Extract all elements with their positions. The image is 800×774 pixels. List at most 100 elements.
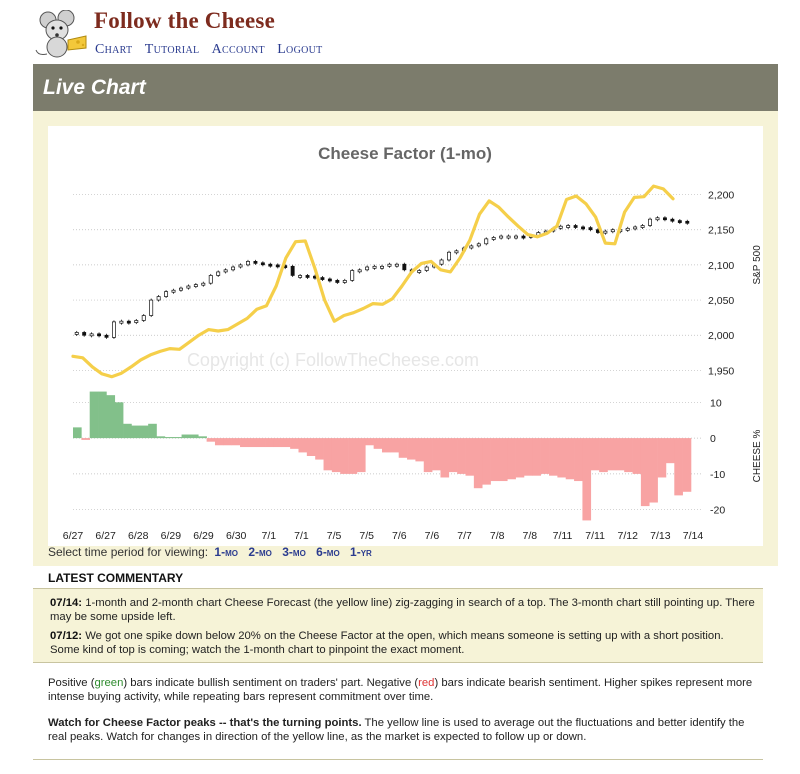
- x-tick-label: 6/29: [161, 530, 182, 542]
- bear-bar: [624, 438, 633, 473]
- x-tick-label: 7/14: [683, 530, 704, 542]
- bear-bar: [657, 438, 667, 478]
- chart-panel: Copyright (c) FollowTheCheese.com Cheese…: [33, 111, 778, 566]
- candle-body: [350, 270, 355, 281]
- candle-body: [186, 285, 191, 289]
- candle-body: [469, 245, 474, 249]
- legend-text: Positive (: [48, 677, 95, 689]
- bear-bar: [373, 438, 383, 449]
- bear-bar: [632, 438, 642, 474]
- candle-body: [275, 264, 280, 268]
- candle-body: [290, 265, 295, 276]
- period-6mo-link[interactable]: 6-mo: [316, 545, 340, 559]
- candle-body: [223, 269, 228, 273]
- candle-body: [588, 227, 593, 231]
- site-title[interactable]: Follow the Cheese: [94, 8, 275, 34]
- bear-bar: [582, 438, 592, 521]
- candle-body: [447, 251, 451, 261]
- bear-bar: [390, 438, 400, 453]
- commentary-date: 07/12:: [50, 630, 83, 642]
- bear-bar: [590, 438, 600, 471]
- commentary-entry: 07/14: 1-month and 2-month chart Cheese …: [50, 596, 755, 624]
- section-title: Live Chart: [43, 76, 146, 99]
- bear-bar: [423, 438, 433, 473]
- bull-bar: [131, 425, 141, 439]
- candle-body: [193, 284, 198, 287]
- x-tick-label: 7/6: [425, 530, 440, 542]
- bull-bar: [173, 437, 182, 439]
- bear-bar: [365, 438, 374, 446]
- nav-tutorial-link[interactable]: Tutorial: [145, 42, 200, 57]
- cheese-factor-chart: Copyright (c) FollowTheCheese.com Cheese…: [63, 144, 763, 542]
- site-header: Follow the Cheese Chart Tutorial Account…: [0, 0, 800, 64]
- candle-body: [238, 264, 243, 268]
- bull-bar: [123, 423, 132, 439]
- candle-body: [558, 225, 563, 229]
- legend-text: ) bars indicate bullish sentiment on tra…: [123, 677, 419, 689]
- x-tick-label: 7/5: [359, 530, 374, 542]
- bear-bar: [523, 438, 533, 476]
- bear-bar: [557, 438, 567, 478]
- x-tick-label: 7/6: [392, 530, 407, 542]
- commentary-text: We got one spike down below 20% on the C…: [50, 630, 724, 656]
- price-tick-label: 2,050: [708, 295, 734, 307]
- candle-body: [424, 266, 429, 271]
- bear-bar: [398, 438, 408, 458]
- bear-bar: [248, 438, 258, 448]
- period-3mo-link[interactable]: 3-mo: [282, 545, 306, 559]
- candle-body: [268, 263, 273, 267]
- price-tick-label: 2,000: [708, 330, 734, 342]
- nav-logout-link[interactable]: Logout: [277, 42, 322, 57]
- commentary-heading: LATEST COMMENTARY: [48, 571, 184, 585]
- candle-body: [394, 263, 399, 267]
- nav-chart-link[interactable]: Chart: [95, 42, 132, 57]
- bear-bar: [298, 438, 308, 453]
- candle-body: [320, 277, 325, 280]
- candle-body: [112, 321, 116, 338]
- copyright-watermark: Copyright (c) FollowTheCheese.com: [187, 350, 479, 370]
- price-axis-label: S&P 500: [752, 245, 763, 285]
- commentary-text: 1-month and 2-month chart Cheese Forecas…: [50, 597, 755, 623]
- cheese-factor-line-group: [71, 184, 675, 379]
- x-tick-label: 7/11: [585, 530, 605, 542]
- period-1yr-link[interactable]: 1-yr: [350, 545, 372, 559]
- bear-bar: [348, 438, 358, 474]
- period-2mo-link[interactable]: 2-mo: [248, 545, 272, 559]
- bear-bar: [382, 438, 391, 453]
- candle-body: [677, 220, 682, 223]
- bull-bar: [106, 395, 116, 439]
- x-tick-label: 6/29: [193, 530, 214, 542]
- mouse-logo-icon[interactable]: [34, 10, 92, 60]
- bear-bar: [273, 438, 283, 448]
- bear-bar: [214, 438, 224, 446]
- cheese-tick-label: 10: [710, 397, 722, 409]
- candle-body: [119, 320, 124, 324]
- bear-bar: [440, 438, 450, 478]
- bear-bar: [649, 438, 658, 503]
- candle-body: [342, 280, 347, 283]
- bull-bar: [164, 437, 174, 439]
- bear-bar: [549, 438, 558, 476]
- period-1mo-link[interactable]: 1-mo: [214, 545, 238, 559]
- candle-body: [104, 334, 109, 338]
- bear-bar: [674, 438, 683, 496]
- bull-bar: [181, 434, 191, 439]
- bear-bar: [615, 438, 625, 471]
- bear-bar: [640, 438, 650, 507]
- x-tick-label: 7/7: [457, 530, 472, 542]
- bear-bar: [457, 438, 466, 474]
- bull-bar: [189, 434, 199, 439]
- nav-account-link[interactable]: Account: [212, 42, 265, 57]
- price-tick-label: 1,950: [708, 365, 734, 377]
- candle-body: [387, 263, 392, 267]
- peaks-paragraph: Watch for Cheese Factor peaks -- that's …: [48, 716, 763, 744]
- candle-body: [149, 299, 154, 316]
- candle-body: [327, 278, 332, 282]
- period-selector: Select time period for viewing: 1-mo 2-m…: [48, 545, 376, 559]
- candle-body: [216, 271, 221, 276]
- x-tick-label: 7/8: [490, 530, 505, 542]
- peaks-bold-text: Watch for Cheese Factor peaks -- that's …: [48, 717, 362, 729]
- sp500-candles: [74, 216, 690, 339]
- bear-bar: [81, 438, 91, 440]
- price-tick-label: 2,100: [708, 260, 734, 272]
